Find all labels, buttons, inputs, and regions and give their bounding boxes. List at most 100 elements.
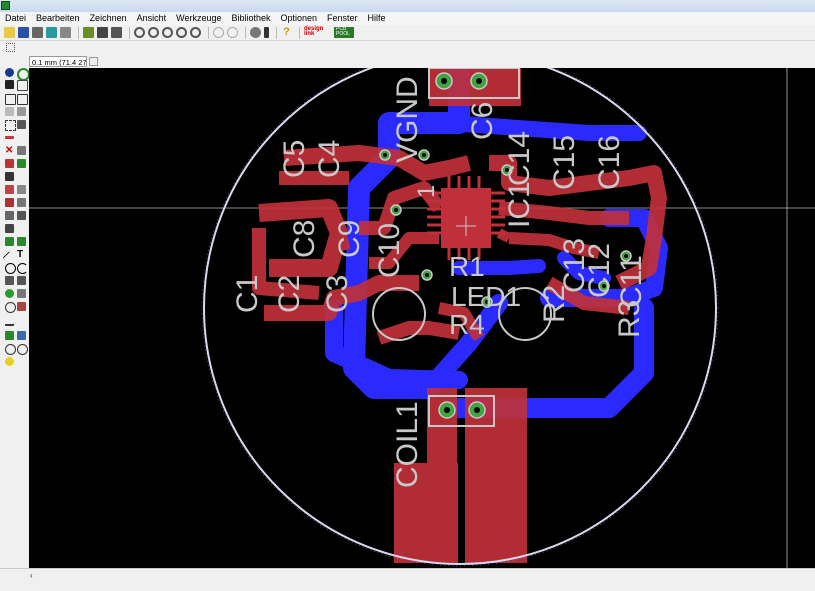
menu-datei[interactable]: Datei	[0, 12, 31, 25]
label-vgnd: VGND	[391, 76, 424, 163]
help-icon[interactable]: ?	[281, 27, 292, 38]
app-icon	[1, 1, 10, 10]
paste-icon[interactable]	[5, 136, 14, 139]
label-c9: C9	[333, 220, 366, 258]
coordinate-display[interactable]: 0.1 mm (71.4 27.8)	[29, 56, 87, 67]
errors-icon[interactable]	[17, 344, 28, 355]
ratsnest-icon[interactable]	[5, 331, 14, 340]
command-line-toggle[interactable]	[89, 57, 98, 66]
value-icon[interactable]	[5, 185, 14, 194]
menu-werkzeuge[interactable]: Werkzeuge	[171, 12, 226, 25]
move-icon[interactable]	[5, 94, 16, 105]
menu-bibliothek[interactable]: Bibliothek	[226, 12, 275, 25]
menu-bearbeiten[interactable]: Bearbeiten	[31, 12, 85, 25]
drc-check-icon[interactable]	[5, 344, 16, 355]
circle-icon[interactable]	[5, 263, 16, 274]
label-c8: C8	[288, 220, 321, 258]
text-icon[interactable]: T	[17, 250, 26, 260]
label-pin1: 1	[413, 185, 440, 198]
menu-zeichnen[interactable]: Zeichnen	[85, 12, 132, 25]
grid-icon[interactable]	[6, 43, 15, 52]
label-c15: C15	[548, 135, 581, 190]
label-led1: LED1	[451, 281, 521, 312]
mark-icon[interactable]	[17, 80, 28, 91]
wire-icon[interactable]	[17, 237, 26, 246]
warning-icon[interactable]	[5, 357, 14, 366]
stop-icon[interactable]	[250, 27, 261, 38]
board-canvas[interactable]: COIL1 VGND C6 C5 C4 C8 C9 C10 C1 C2 C3 1…	[29, 68, 815, 568]
redo-icon[interactable]	[227, 27, 238, 38]
ulp-icon[interactable]	[97, 27, 108, 38]
split-icon[interactable]	[17, 198, 26, 207]
polygon-icon[interactable]	[17, 276, 26, 285]
label-c10: C10	[373, 223, 406, 278]
replace-icon[interactable]	[5, 159, 14, 168]
menu-ansicht[interactable]: Ansicht	[132, 12, 172, 25]
undo-icon[interactable]	[213, 27, 224, 38]
optimize-icon[interactable]	[5, 211, 14, 220]
drc-icon[interactable]	[111, 27, 122, 38]
pcbpool-logo[interactable]: PCB POOL	[334, 27, 354, 38]
attribute-icon[interactable]	[17, 302, 26, 311]
hole-icon[interactable]	[5, 302, 16, 313]
copy-icon[interactable]	[17, 94, 28, 105]
info-icon[interactable]	[5, 68, 14, 77]
label-c14: C14	[503, 131, 536, 186]
dimension-icon[interactable]	[5, 315, 14, 326]
autorouter-icon[interactable]	[17, 331, 26, 340]
zoom-select-icon[interactable]	[190, 27, 201, 38]
lock-icon[interactable]	[17, 159, 26, 168]
zoom-fit-icon[interactable]	[162, 27, 173, 38]
title-bar	[0, 0, 815, 12]
delete-icon[interactable]: ✕	[5, 146, 14, 156]
menu-fenster[interactable]: Fenster	[322, 12, 363, 25]
label-c5: C5	[278, 140, 311, 178]
zoom-in-icon[interactable]	[134, 27, 145, 38]
menu-optionen[interactable]: Optionen	[276, 12, 323, 25]
label-c6: C6	[466, 102, 499, 140]
pcb-layout[interactable]: COIL1 VGND C6 C5 C4 C8 C9 C10 C1 C2 C3 1…	[29, 68, 815, 568]
board-icon[interactable]	[83, 27, 94, 38]
label-c1: C1	[231, 275, 264, 313]
label-coil1: COIL1	[391, 401, 424, 488]
name-icon[interactable]	[5, 172, 14, 181]
label-c4: C4	[313, 140, 346, 178]
go-icon[interactable]	[264, 27, 269, 38]
ripup-icon[interactable]	[5, 224, 14, 233]
add-icon[interactable]	[17, 146, 26, 155]
mirror-icon[interactable]	[5, 107, 14, 116]
label-r3: R3	[613, 300, 646, 338]
label-r4: R4	[449, 309, 485, 340]
zoom-redraw-icon[interactable]	[176, 27, 187, 38]
label-c16: C16	[593, 135, 626, 190]
change-icon[interactable]	[17, 120, 26, 129]
display-icon[interactable]	[5, 80, 14, 89]
label-r1: R1	[449, 251, 485, 282]
group-icon[interactable]	[5, 120, 16, 131]
rect-icon[interactable]	[5, 276, 14, 285]
zoom-out-icon[interactable]	[148, 27, 159, 38]
menu-bar: Datei Bearbeiten Zeichnen Ansicht Werkzeuge B…	[0, 12, 815, 25]
route-icon[interactable]	[17, 211, 26, 220]
designlink-logo[interactable]: design link	[304, 26, 330, 38]
parameter-toolbar	[0, 41, 815, 55]
miter-icon[interactable]	[5, 198, 14, 207]
signal-icon[interactable]	[5, 237, 14, 246]
print-icon[interactable]	[32, 27, 43, 38]
menu-hilfe[interactable]: Hilfe	[363, 12, 391, 25]
signal-icon-2[interactable]	[17, 289, 26, 298]
status-bar: ‹	[0, 568, 815, 591]
command-toolbar: ✕ T	[0, 68, 30, 568]
coordinate-bar: 0.1 mm (71.4 27.8)	[0, 55, 815, 68]
rotate-icon[interactable]	[17, 107, 26, 116]
open-icon[interactable]	[4, 27, 15, 38]
arc-icon[interactable]	[17, 263, 28, 274]
via-icon[interactable]	[5, 289, 14, 298]
smash-icon[interactable]	[17, 185, 26, 194]
save-icon[interactable]	[18, 27, 29, 38]
status-text: ‹	[30, 571, 33, 580]
label-c3: C3	[321, 275, 354, 313]
cam-icon[interactable]	[46, 27, 57, 38]
label-r2: R2	[538, 285, 571, 323]
script-icon[interactable]	[60, 27, 71, 38]
